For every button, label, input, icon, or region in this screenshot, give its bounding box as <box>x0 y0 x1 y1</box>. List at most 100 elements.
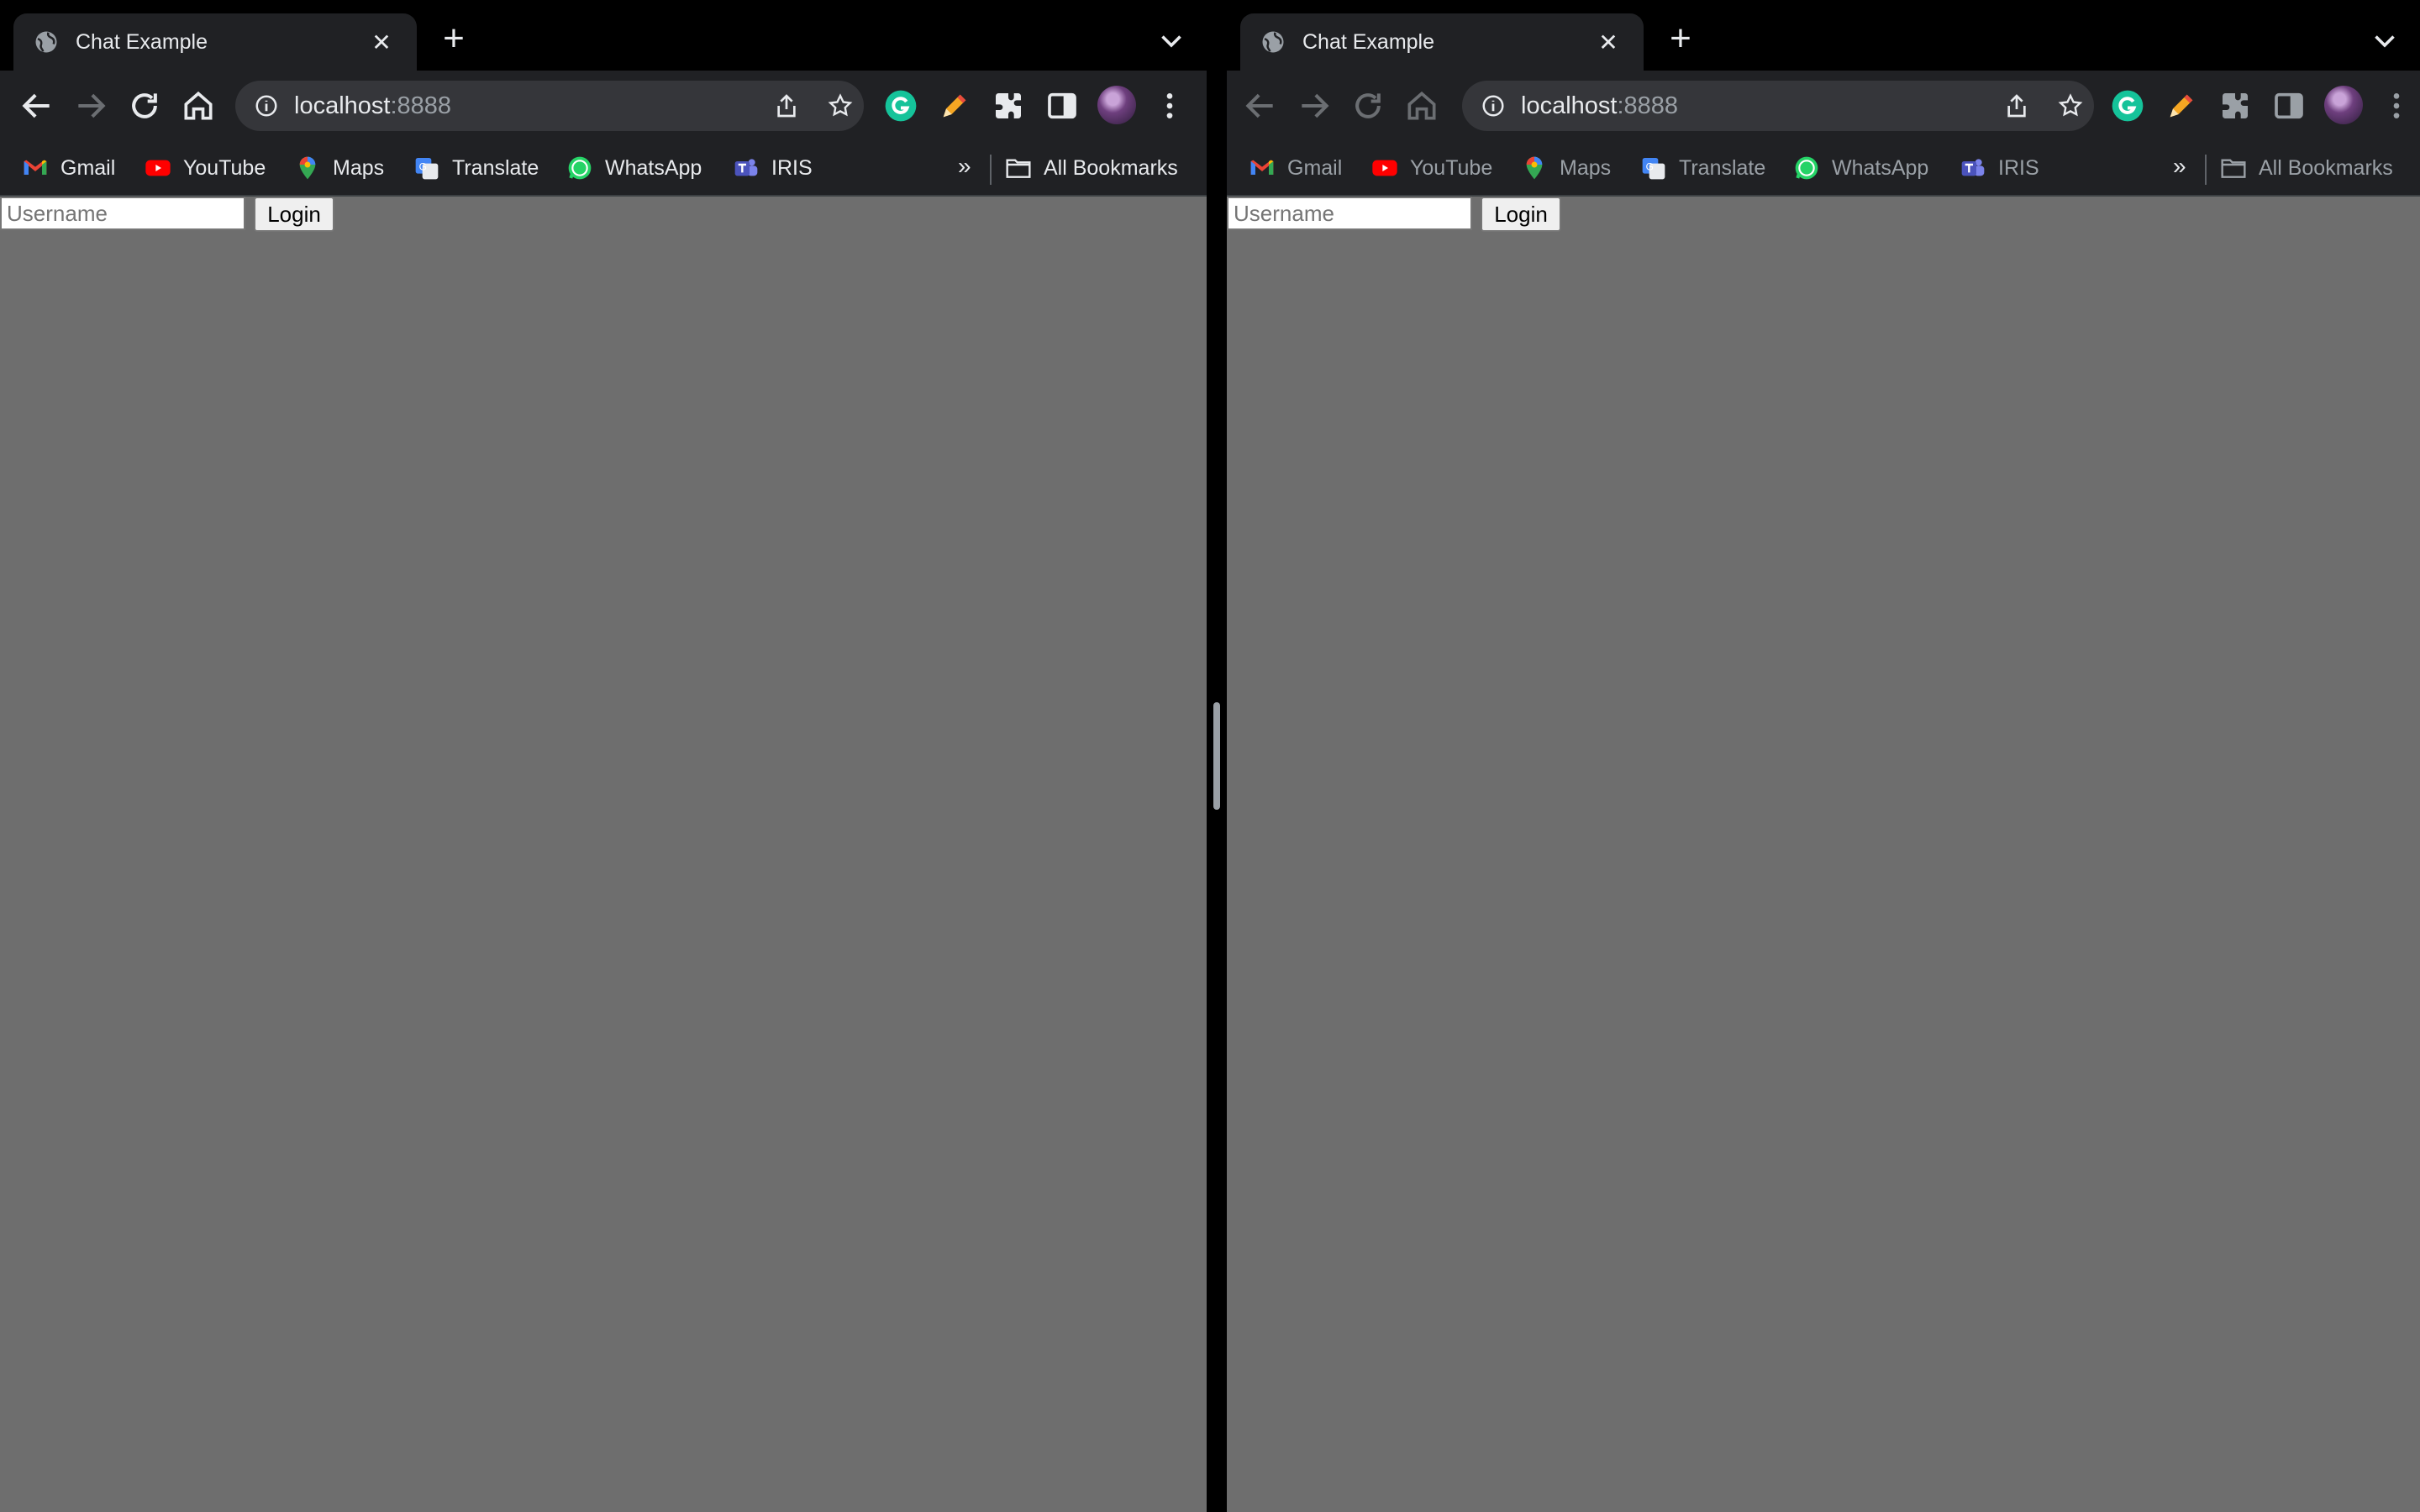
bookmark-label: YouTube <box>183 155 266 180</box>
bookmark-translate[interactable]: G Translate <box>1640 153 1765 183</box>
reload-icon[interactable] <box>1349 87 1386 124</box>
login-button[interactable]: Login <box>254 197 334 232</box>
profile-avatar[interactable] <box>1097 86 1136 124</box>
bookmark-iris[interactable]: IRIS <box>1960 153 2039 183</box>
address-bar[interactable]: localhost:8888 <box>235 81 864 131</box>
side-panel-icon[interactable] <box>2272 89 2306 123</box>
scrollbar-handle[interactable] <box>1213 702 1220 810</box>
share-icon[interactable] <box>773 92 800 119</box>
whatsapp-icon <box>568 156 592 180</box>
bookmark-label: Gmail <box>60 155 116 180</box>
bookmark-label: WhatsApp <box>605 155 702 180</box>
extensions-puzzle-icon[interactable] <box>992 89 1025 123</box>
youtube-icon <box>1372 160 1397 176</box>
bookmark-gmail[interactable]: Gmail <box>22 153 115 183</box>
chevron-down-icon[interactable] <box>1156 25 1186 55</box>
maps-icon <box>1526 156 1543 180</box>
bookmarks-overflow-button[interactable]: » <box>958 153 971 180</box>
back-arrow-icon[interactable] <box>18 87 55 124</box>
maps-icon <box>299 156 316 180</box>
teams-icon <box>734 159 758 176</box>
gmail-icon <box>1250 160 1274 175</box>
forward-arrow-icon[interactable] <box>1296 87 1333 124</box>
bookmark-label: WhatsApp <box>1832 155 1929 180</box>
bookmark-maps[interactable]: Maps <box>294 153 384 183</box>
home-icon[interactable] <box>1403 87 1440 124</box>
info-icon[interactable] <box>1481 93 1506 118</box>
globe-icon <box>1262 31 1284 53</box>
teams-icon <box>1961 159 1985 176</box>
all-bookmarks[interactable]: All Bookmarks <box>1005 153 1178 183</box>
bookmark-iris[interactable]: IRIS <box>733 153 813 183</box>
star-icon[interactable] <box>827 92 854 119</box>
grammarly-extension-icon[interactable] <box>884 89 918 123</box>
star-icon[interactable] <box>2057 92 2084 119</box>
chevron-down-icon[interactable] <box>2370 25 2400 55</box>
all-bookmarks[interactable]: All Bookmarks <box>2220 153 2393 183</box>
side-panel-icon[interactable] <box>1045 89 1079 123</box>
back-arrow-icon[interactable] <box>1242 87 1279 124</box>
bookmark-youtube[interactable]: YouTube <box>1371 153 1492 183</box>
close-tab-icon[interactable]: ✕ <box>366 29 397 56</box>
username-input[interactable] <box>1227 197 1472 230</box>
bookmarks-overflow-button[interactable]: » <box>2173 153 2186 180</box>
profile-avatar[interactable] <box>2324 86 2363 124</box>
bookmark-label: Translate <box>452 155 539 180</box>
address-bar[interactable]: localhost:8888 <box>1462 81 2094 131</box>
tab-title: Chat Example <box>1302 29 1435 54</box>
page-content: Login <box>1227 197 2420 1512</box>
grammarly-extension-icon[interactable] <box>2111 89 2144 123</box>
toolbar: localhost:8888 <box>0 71 1207 141</box>
reload-icon[interactable] <box>126 87 163 124</box>
translate-icon: G <box>1642 158 1665 180</box>
new-tab-icon[interactable]: + <box>435 20 472 59</box>
tab-strip: Chat Example ✕ + <box>1227 0 2420 71</box>
svg-text:G: G <box>419 161 427 173</box>
close-tab-icon[interactable]: ✕ <box>1593 29 1623 56</box>
folder-icon <box>2221 159 2246 178</box>
gmail-icon <box>24 160 47 175</box>
username-input[interactable] <box>0 197 245 230</box>
new-tab-icon[interactable]: + <box>1662 20 1699 59</box>
folder-icon <box>1006 159 1031 178</box>
bookmark-youtube[interactable]: YouTube <box>145 153 266 183</box>
bookmarks-divider <box>2205 155 2207 185</box>
browser-window-right: Chat Example ✕ + localhost:8888 Gmail Yo… <box>1227 0 2420 1512</box>
bookmark-whatsapp[interactable]: WhatsApp <box>1793 153 1928 183</box>
bookmark-maps[interactable]: Maps <box>1521 153 1611 183</box>
toolbar: localhost:8888 <box>1227 71 2420 141</box>
bookmark-label: IRIS <box>1998 155 2039 180</box>
tab-strip: Chat Example ✕ + <box>0 0 1207 71</box>
kebab-menu-icon[interactable] <box>2380 89 2413 123</box>
bookmarks-bar: Gmail YouTube Maps G Translate WhatsApp … <box>0 141 1207 197</box>
bookmark-label: IRIS <box>771 155 813 180</box>
bookmarks-divider <box>990 155 992 185</box>
bookmark-translate[interactable]: G Translate <box>413 153 539 183</box>
home-icon[interactable] <box>180 87 217 124</box>
address-url: localhost:8888 <box>1521 92 1678 120</box>
login-button[interactable]: Login <box>1481 197 1561 232</box>
globe-icon <box>35 31 57 53</box>
pencil-extension-icon[interactable] <box>2165 89 2198 123</box>
youtube-icon <box>145 160 171 176</box>
forward-arrow-icon[interactable] <box>72 87 109 124</box>
share-icon[interactable] <box>2003 92 2030 119</box>
info-icon[interactable] <box>254 93 279 118</box>
all-bookmarks-label: All Bookmarks <box>2259 155 2393 180</box>
bookmarks-bar: Gmail YouTube Maps G Translate WhatsApp … <box>1227 141 2420 197</box>
tab-chat-example[interactable]: Chat Example ✕ <box>1240 13 1644 71</box>
bookmark-gmail[interactable]: Gmail <box>1249 153 1342 183</box>
bookmark-label: Maps <box>1560 155 1612 180</box>
tab-title: Chat Example <box>76 29 208 54</box>
url-port: :8888 <box>390 92 452 119</box>
tab-chat-example[interactable]: Chat Example ✕ <box>13 13 417 71</box>
page-content: Login <box>0 197 1207 1512</box>
bookmark-label: Gmail <box>1287 155 1343 180</box>
window-divider <box>1207 0 1227 1512</box>
url-port: :8888 <box>1617 92 1679 119</box>
bookmark-label: Translate <box>1679 155 1766 180</box>
bookmark-whatsapp[interactable]: WhatsApp <box>566 153 702 183</box>
extensions-puzzle-icon[interactable] <box>2218 89 2252 123</box>
pencil-extension-icon[interactable] <box>938 89 971 123</box>
kebab-menu-icon[interactable] <box>1153 89 1186 123</box>
